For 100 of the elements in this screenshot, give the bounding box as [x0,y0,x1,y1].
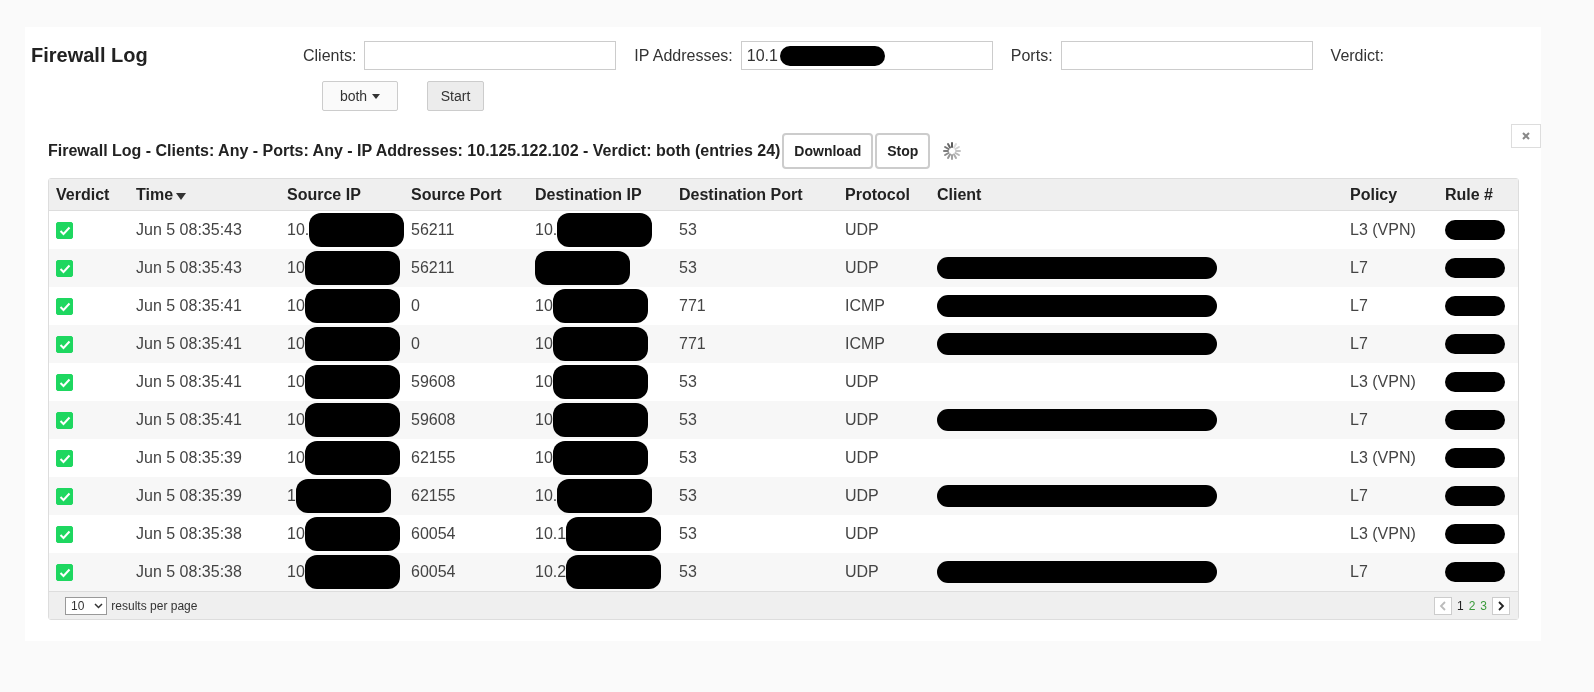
table-cell: L7 [1350,411,1368,428]
chevron-right-icon [1497,600,1505,611]
column-header[interactable]: Destination IP [528,179,672,211]
table-cell: 10 [287,411,305,429]
table-cell: 10 [287,373,305,391]
table-cell: 56211 [411,221,455,238]
table-cell: Jun 5 08:35:41 [136,373,242,390]
table-cell: 1 [287,487,296,505]
redaction-mark [1445,296,1505,316]
table-cell: 771 [679,297,706,314]
next-page-button[interactable] [1492,596,1510,615]
filter-label: Clients: [303,46,357,65]
column-header[interactable]: Verdict [49,179,129,211]
table-cell: 10.1 [535,525,567,543]
column-header[interactable]: Rule # [1438,179,1518,211]
table-cell: 10. [535,221,558,239]
download-button[interactable]: Download [782,133,874,169]
redaction-mark [1445,372,1505,392]
redaction-mark [1445,524,1505,544]
table-cell: 62155 [411,487,456,504]
table-cell: Jun 5 08:35:41 [136,411,242,428]
table-cell: Jun 5 08:35:38 [136,525,242,542]
start-button[interactable]: Start [427,81,484,111]
stop-button[interactable]: Stop [875,133,931,169]
checkbox[interactable] [56,450,73,468]
log-heading: Firewall Log - Clients: Any - Ports: Any - IP Addresses: 10.125.122.102 - Verdict: both (entries 24) [48,142,781,160]
table-cell: 59608 [411,373,456,390]
redaction-mark [1445,334,1505,354]
table-cell: L7 [1350,297,1368,314]
checkbox[interactable] [56,374,73,392]
table-cell: 10 [287,259,305,277]
table-cell: Jun 5 08:35:41 [136,297,242,314]
table-cell: 53 [679,449,697,466]
redaction-mark [1445,220,1505,240]
table-cell: Jun 5 08:35:43 [136,259,242,276]
page-size-select[interactable]: 10 [65,596,108,615]
table-cell: 53 [679,373,697,390]
table-cell: 60054 [411,525,456,542]
column-header[interactable]: Time [129,179,280,211]
chevron-left-icon [1439,600,1447,611]
table-cell: L3 (VPN) [1350,525,1416,542]
table-cell: 53 [679,487,697,504]
table-cell: L7 [1350,335,1368,352]
table-cell: 60054 [411,563,456,580]
column-header[interactable]: Policy [1343,179,1438,211]
table-cell: Jun 5 08:35:38 [136,563,242,580]
column-header[interactable]: Source IP [280,179,404,211]
table-cell: UDP [845,411,879,428]
checkbox[interactable] [56,526,73,544]
table-cell: Jun 5 08:35:39 [136,449,242,466]
redaction-mark [1445,562,1505,582]
checkbox[interactable] [56,260,73,278]
page-link[interactable]: 1 [1456,598,1464,613]
checkbox[interactable] [56,412,73,430]
table-cell: UDP [845,449,879,466]
table-cell: 53 [679,563,697,580]
checkbox[interactable] [56,222,73,240]
previous-page-button[interactable] [1433,596,1452,615]
redaction-mark [1445,258,1505,278]
redaction-mark [1445,410,1505,430]
input-field[interactable]: 10.1 [740,41,993,70]
column-header[interactable]: Protocol [838,179,930,211]
table-cell: UDP [845,259,879,276]
close-button[interactable] [1511,124,1541,148]
table-cell: 53 [679,259,697,276]
table-cell: 10 [287,525,305,543]
table-cell: 10. [535,487,558,505]
table-cell: 53 [679,221,697,238]
input-field[interactable] [364,41,617,70]
checkbox[interactable] [56,564,73,582]
table-cell: UDP [845,373,879,390]
table-cell: UDP [845,563,879,580]
column-header[interactable]: Destination Port [672,179,838,211]
table-cell: 10 [535,335,553,353]
table-cell: L7 [1350,259,1368,276]
table-cell: ICMP [845,335,885,352]
table-cell: 10 [535,297,553,315]
checkbox[interactable] [56,488,73,506]
table-cell: 53 [679,411,697,428]
checkbox[interactable] [56,336,73,354]
table-cell: UDP [845,221,879,238]
table-cell: L7 [1350,487,1368,504]
table-cell: 10 [287,335,305,353]
table-cell: L7 [1350,563,1368,580]
table-cell: UDP [845,487,879,504]
caret-icon [94,602,104,609]
checkbox[interactable] [56,298,73,316]
page-title: Firewall Log [31,43,149,68]
redaction-mark [1445,448,1505,468]
table-cell: 10 [535,411,553,429]
column-header[interactable]: Client [930,179,1343,211]
page-size-label: results per page [111,598,198,613]
column-header[interactable]: Source Port [404,179,528,211]
input-field[interactable] [1060,41,1313,70]
table-cell: 59608 [411,411,456,428]
table-cell: L3 (VPN) [1350,373,1416,390]
table-cell: 10 [535,449,553,467]
redaction-mark [1445,486,1505,506]
filter-label: IP Addresses: [634,46,733,65]
verdict-dropdown[interactable]: both [322,81,398,111]
